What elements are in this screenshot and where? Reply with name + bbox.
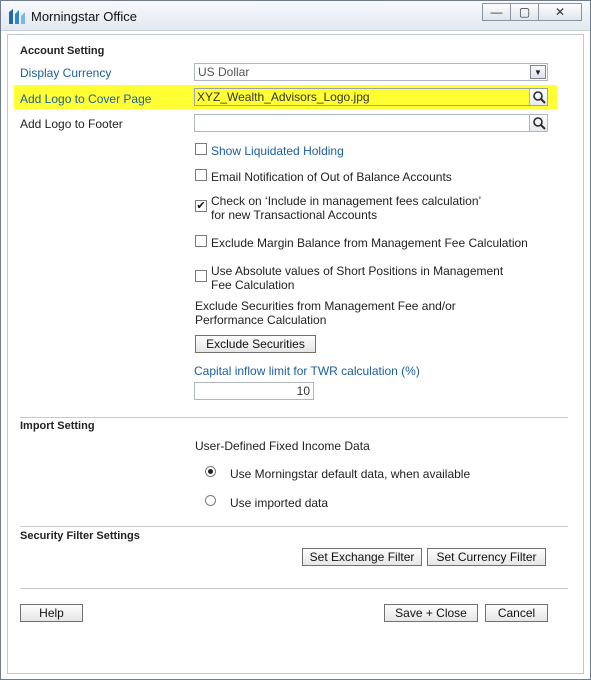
morningstar-logo-icon (9, 9, 25, 24)
email-notification-label: Email Notification of Out of Balance Acc… (211, 170, 452, 184)
include-mgmt-fees-checkbox[interactable]: ✔ (195, 200, 207, 212)
title-bar[interactable]: Morningstar Office — ▢ ✕ (1, 1, 590, 31)
maximize-button[interactable]: ▢ (510, 3, 539, 21)
display-currency-label: Display Currency (20, 66, 112, 80)
section-divider (20, 526, 568, 527)
set-currency-filter-button[interactable]: Set Currency Filter (427, 548, 546, 566)
cover-logo-field[interactable]: XYZ_Wealth_Advisors_Logo.jpg (194, 88, 548, 106)
footer-logo-browse-button[interactable] (529, 115, 547, 131)
exclude-margin-checkbox[interactable] (195, 235, 207, 247)
section-divider (20, 588, 568, 589)
set-exchange-filter-button[interactable]: Set Exchange Filter (302, 548, 422, 566)
search-icon (533, 91, 546, 104)
footer-logo-label: Add Logo to Footer (20, 117, 123, 131)
imported-data-label: Use imported data (230, 496, 329, 510)
minimize-button[interactable]: — (482, 3, 511, 21)
show-liquidated-label: Show Liquidated Holding (211, 144, 344, 158)
show-liquidated-checkbox[interactable] (195, 143, 207, 155)
minimize-icon: — (490, 5, 503, 19)
save-close-button[interactable]: Save + Close (384, 604, 478, 622)
include-mgmt-fees-label-line2: for new Transactional Accounts (211, 208, 378, 222)
footer-logo-field[interactable] (194, 114, 548, 132)
close-button[interactable]: ✕ (538, 3, 582, 21)
fixed-income-subtitle: User-Defined Fixed Income Data (195, 439, 370, 453)
security-filter-title: Security Filter Settings (20, 530, 140, 542)
cancel-button[interactable]: Cancel (485, 604, 548, 622)
search-icon (533, 117, 546, 130)
absolute-short-checkbox[interactable] (195, 270, 207, 282)
default-data-label: Use Morningstar default data, when avail… (230, 467, 471, 481)
imported-data-radio[interactable] (205, 495, 216, 506)
exclude-margin-label: Exclude Margin Balance from Management F… (211, 236, 528, 250)
display-currency-select[interactable]: US Dollar ▼ (194, 63, 548, 81)
cover-logo-value: XYZ_Wealth_Advisors_Logo.jpg (197, 90, 370, 104)
default-data-radio[interactable] (205, 466, 216, 477)
display-currency-value: US Dollar (198, 65, 250, 79)
close-icon: ✕ (554, 5, 566, 19)
include-mgmt-fees-label-line1: Check on ‘Include in management fees cal… (211, 194, 482, 208)
maximize-icon: ▢ (518, 5, 531, 19)
capital-inflow-label: Capital inflow limit for TWR calculation… (194, 364, 420, 378)
capital-inflow-input[interactable]: 10 (194, 382, 314, 400)
radio-selected-dot (208, 469, 213, 474)
settings-panel: Account Setting Display Currency US Doll… (7, 34, 584, 674)
exclude-securities-text-line2: Performance Calculation (195, 313, 327, 327)
import-setting-title: Import Setting (20, 420, 95, 432)
exclude-securities-text-line1: Exclude Securities from Management Fee a… (195, 299, 456, 313)
exclude-securities-button[interactable]: Exclude Securities (195, 335, 316, 353)
email-notification-checkbox[interactable] (195, 169, 207, 181)
chevron-down-icon[interactable]: ▼ (530, 65, 546, 79)
account-setting-title: Account Setting (20, 45, 105, 57)
cover-logo-browse-button[interactable] (529, 89, 547, 105)
window-title: Morningstar Office (31, 9, 137, 24)
absolute-short-label-line1: Use Absolute values of Short Positions i… (211, 264, 504, 278)
window-controls: — ▢ ✕ (482, 3, 582, 21)
checkmark-icon: ✔ (196, 199, 206, 212)
dialog-window: Morningstar Office — ▢ ✕ Account Setting… (0, 0, 591, 680)
cover-logo-label: Add Logo to Cover Page (20, 92, 152, 106)
help-button[interactable]: Help (20, 604, 83, 622)
absolute-short-label-line2: Fee Calculation (211, 278, 295, 292)
section-divider (20, 417, 568, 418)
